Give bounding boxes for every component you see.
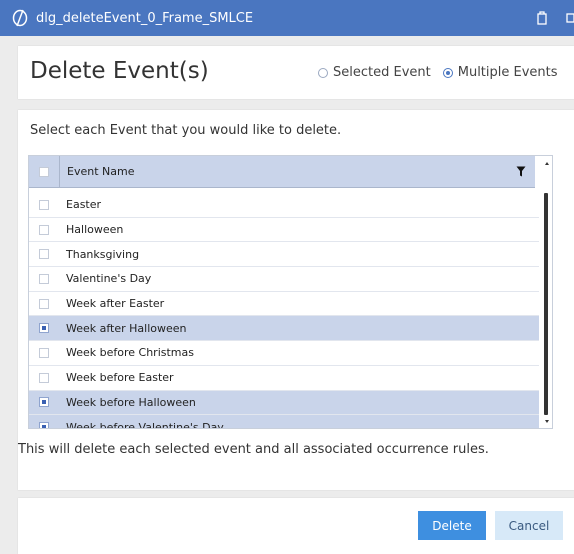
dialog-content: Select each Event that you would like to…	[18, 110, 574, 490]
table-row[interactable]: Easter	[29, 193, 539, 218]
table-row[interactable]: Valentine's Day	[29, 267, 539, 292]
event-name: Week after Easter	[66, 297, 165, 311]
instruction-text: Select each Event that you would like to…	[30, 123, 342, 138]
event-name: Thanksgiving	[66, 247, 140, 261]
app-logo-icon	[12, 9, 28, 27]
row-checkbox[interactable]	[39, 323, 49, 334]
event-name: Week before Easter	[66, 371, 174, 385]
scroll-up-arrow-icon[interactable]	[545, 162, 549, 165]
row-checkbox[interactable]	[39, 273, 49, 284]
event-name: Week before Valentine's Day	[66, 420, 224, 429]
row-checkbox[interactable]	[39, 249, 49, 260]
cancel-button[interactable]: Cancel	[495, 511, 563, 540]
table-row[interactable]: Week after Easter	[29, 292, 539, 317]
radio-button-checked[interactable]	[442, 67, 453, 78]
delete-button[interactable]: Delete	[418, 511, 486, 540]
table-row[interactable]: Thanksgiving	[29, 242, 539, 268]
table-row[interactable]: Week before Easter	[29, 366, 539, 391]
row-checkbox[interactable]	[39, 298, 49, 309]
grid-header: Event Name	[29, 156, 535, 188]
event-name: Week before Halloween	[66, 395, 196, 409]
table-row[interactable]: Week before Halloween	[29, 390, 539, 416]
row-checkbox[interactable]	[39, 224, 49, 235]
radio-label-multiple-events: Multiple Events	[457, 65, 558, 80]
event-name: Valentine's Day	[66, 272, 152, 286]
row-checkbox[interactable]	[39, 422, 49, 428]
row-checkbox[interactable]	[39, 372, 49, 383]
event-name: Easter	[66, 198, 102, 212]
radio-selected-event[interactable]: Selected Event	[318, 65, 431, 80]
delete-mode-radio-group: Selected Event Multiple Events	[318, 65, 570, 80]
table-row[interactable]: Week before Christmas	[29, 341, 539, 366]
table-row[interactable]: Week after Halloween	[29, 316, 539, 342]
radio-button-unchecked[interactable]	[318, 67, 328, 78]
maximize-icon[interactable]	[566, 12, 574, 24]
window-title: dlg_deleteEvent_0_Frame_SMLCE	[36, 10, 254, 26]
select-all-cell	[29, 156, 60, 187]
row-checkbox[interactable]	[39, 199, 49, 210]
event-name: Week before Christmas	[66, 346, 194, 360]
grid-scrollbar[interactable]	[541, 156, 552, 428]
event-name: Week after Halloween	[66, 321, 187, 335]
table-row[interactable]: Week before Valentine's Day	[29, 415, 539, 429]
filter-icon[interactable]	[516, 166, 526, 177]
radio-multiple-events[interactable]: Multiple Events	[442, 65, 558, 80]
column-header-event-name[interactable]: Event Name	[67, 165, 134, 178]
event-name: Halloween	[66, 223, 124, 237]
row-checkbox[interactable]	[39, 397, 49, 408]
scroll-down-arrow-icon[interactable]	[545, 420, 549, 423]
event-grid: Event Name Easter Halloween Thanksgiving…	[28, 155, 553, 429]
dialog-title: Delete Event(s)	[30, 58, 209, 84]
delete-warning-text: This will delete each selected event and…	[18, 442, 489, 457]
dialog-footer: Delete Cancel	[18, 498, 574, 554]
select-all-checkbox[interactable]	[39, 166, 49, 177]
scroll-thumb[interactable]	[544, 193, 548, 415]
event-rows: Easter Halloween Thanksgiving Valentine'…	[29, 193, 539, 429]
restore-icon[interactable]	[535, 10, 549, 26]
dialog-header: Delete Event(s) Selected Event Multiple …	[18, 46, 574, 99]
row-checkbox[interactable]	[39, 347, 49, 358]
window-titlebar: dlg_deleteEvent_0_Frame_SMLCE	[0, 0, 574, 36]
table-row[interactable]: Halloween	[29, 218, 539, 243]
radio-label-selected-event: Selected Event	[333, 65, 431, 80]
